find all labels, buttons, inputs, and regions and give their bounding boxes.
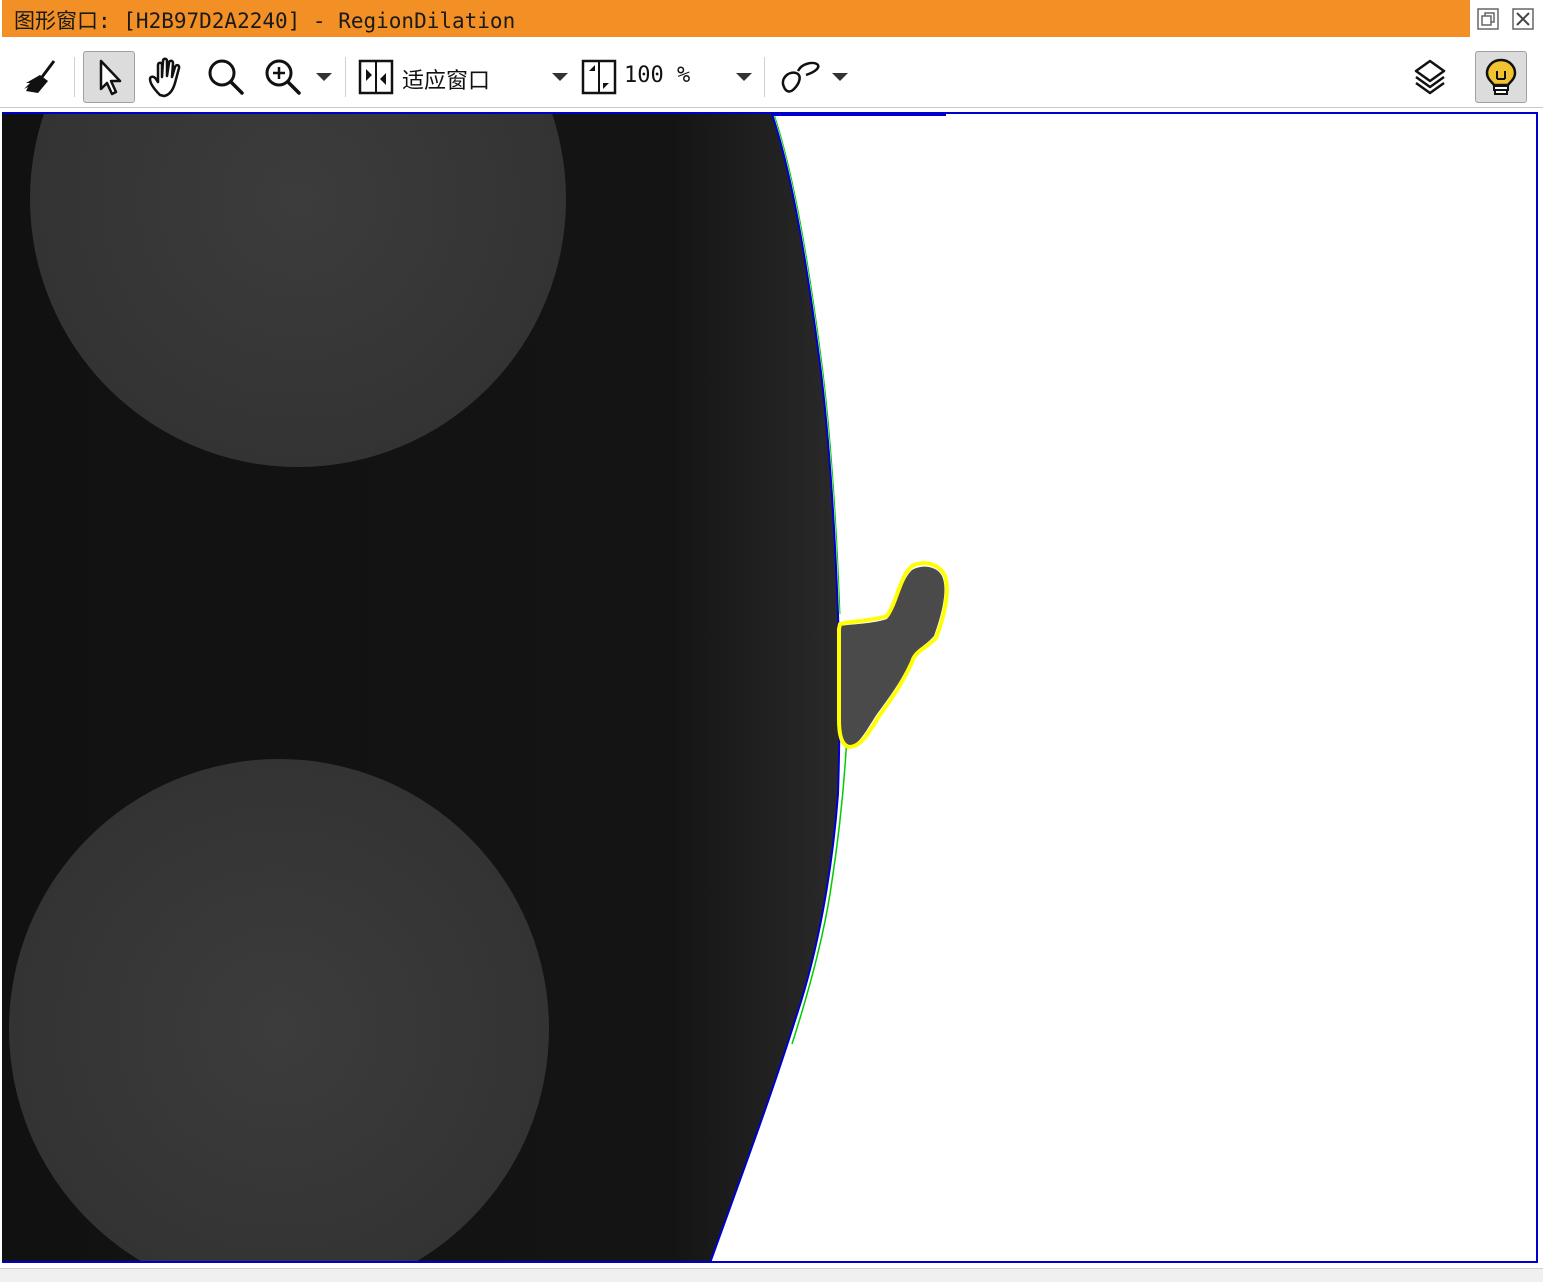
- pointer-icon: [99, 59, 122, 96]
- close-icon: [1512, 8, 1534, 30]
- zoom-dropdown-arrow[interactable]: [316, 73, 332, 81]
- restore-button[interactable]: [1476, 7, 1500, 31]
- window-title-bar: 图形窗口: [H2B97D2A2240] - RegionDilation: [2, 0, 1470, 37]
- zoom-level-icon-button[interactable]: [577, 51, 621, 103]
- fit-window-icon: [358, 59, 394, 95]
- magnifier-tool-button[interactable]: [200, 51, 252, 103]
- zoom-level-dropdown-arrow[interactable]: [736, 73, 752, 81]
- fit-window-label[interactable]: 适应窗口: [402, 63, 490, 95]
- fit-window-dropdown-arrow[interactable]: [552, 73, 568, 81]
- toolbar-bottom-border: [0, 107, 1543, 108]
- draw-shape-dropdown-arrow[interactable]: [832, 73, 848, 81]
- toolbar-divider: [74, 57, 75, 97]
- image-canvas[interactable]: [2, 112, 1538, 1263]
- restore-icon: [1477, 8, 1499, 30]
- layers-button[interactable]: [1404, 51, 1456, 103]
- magnifier-icon: [208, 59, 244, 95]
- window-title: 图形窗口: [H2B97D2A2240] - RegionDilation: [14, 9, 516, 33]
- broom-icon: [24, 60, 56, 93]
- toolbar-divider: [345, 57, 346, 97]
- image-display[interactable]: [2, 114, 1536, 1263]
- lightbulb-button[interactable]: [1475, 51, 1527, 103]
- toolbar-divider: [764, 57, 765, 97]
- lightbulb-icon: [1485, 58, 1517, 95]
- clear-button[interactable]: [14, 51, 66, 103]
- fit-window-icon-button[interactable]: [354, 51, 398, 103]
- pan-tool-button[interactable]: [142, 51, 194, 103]
- hand-icon: [148, 57, 181, 98]
- toolbar: 适应窗口 100 %: [0, 37, 1543, 111]
- layers-icon: [1414, 59, 1446, 95]
- draw-shape-icon: [781, 61, 820, 93]
- zoom-level-value[interactable]: 100 %: [624, 63, 690, 88]
- draw-shape-button[interactable]: [774, 51, 826, 103]
- status-strip: [0, 1268, 1543, 1282]
- select-tool-button[interactable]: [83, 51, 135, 103]
- zoom-tool-button[interactable]: [257, 51, 309, 103]
- zoom-level-icon: [581, 59, 617, 95]
- close-button[interactable]: [1511, 7, 1535, 31]
- zoom-in-icon: [265, 59, 301, 95]
